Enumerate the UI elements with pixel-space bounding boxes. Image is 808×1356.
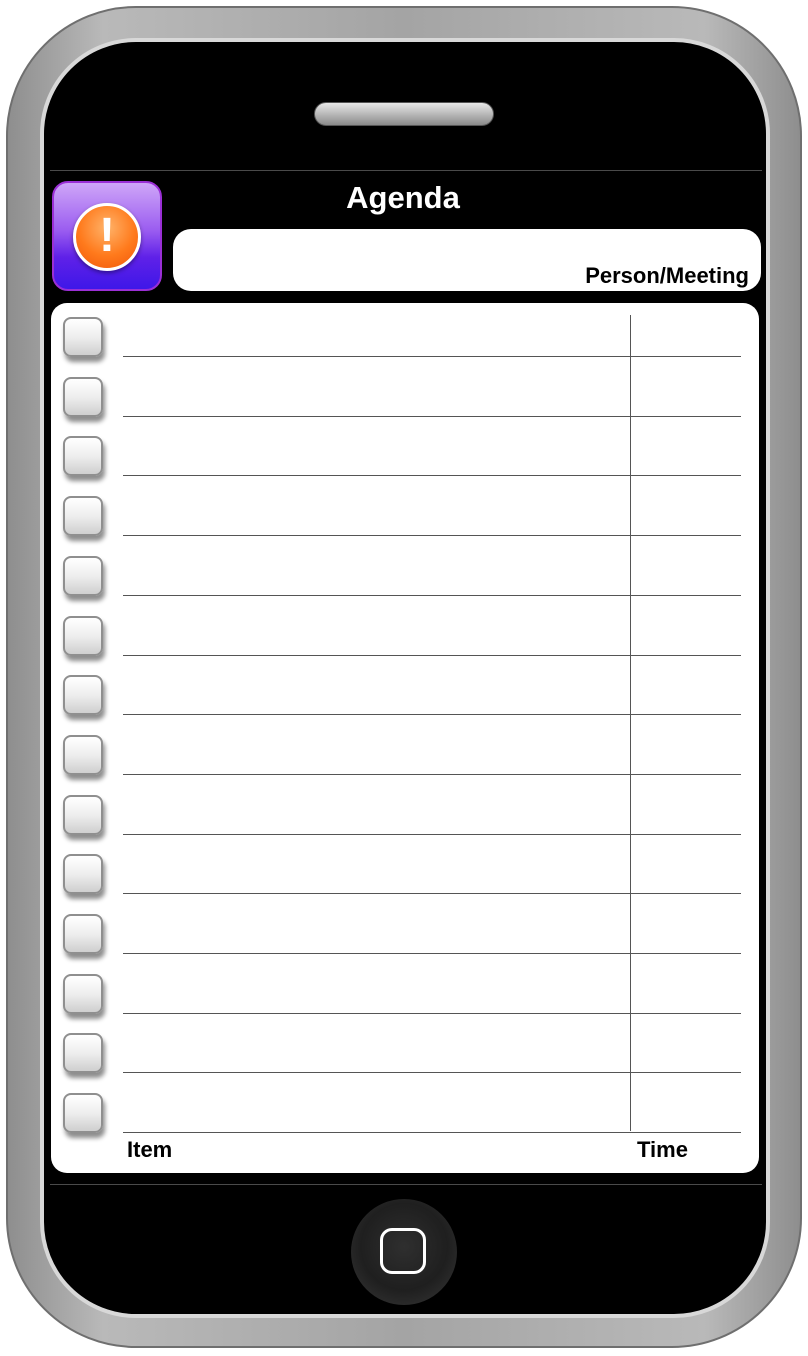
agenda-row-checkbox[interactable]	[63, 1033, 103, 1074]
person-meeting-label: Person/Meeting	[585, 263, 749, 288]
agenda-row	[51, 843, 759, 903]
agenda-row-checkbox[interactable]	[63, 376, 103, 417]
agenda-row	[51, 724, 759, 784]
agenda-row-line[interactable]	[123, 654, 741, 656]
agenda-row	[51, 664, 759, 724]
home-button[interactable]	[351, 1199, 457, 1305]
home-button-icon	[380, 1228, 426, 1274]
agenda-row-checkbox[interactable]	[63, 555, 103, 596]
agenda-row	[51, 545, 759, 605]
agenda-row-line[interactable]	[123, 893, 741, 895]
agenda-row-checkbox[interactable]	[63, 317, 103, 357]
agenda-row-checkbox[interactable]	[63, 436, 103, 477]
alert-icon: !	[73, 203, 141, 271]
agenda-row	[51, 425, 759, 485]
screen-top-edge	[50, 170, 762, 171]
agenda-row-line[interactable]	[123, 1132, 741, 1134]
agenda-row	[51, 1082, 759, 1142]
agenda-row-checkbox[interactable]	[63, 914, 103, 954]
agenda-row-line[interactable]	[123, 773, 741, 775]
agenda-row-line[interactable]	[123, 833, 741, 835]
agenda-row-line[interactable]	[123, 714, 741, 716]
agenda-row-checkbox[interactable]	[63, 615, 103, 656]
screen-bottom-edge	[50, 1184, 762, 1185]
agenda-row-line[interactable]	[123, 415, 741, 417]
agenda-row	[51, 784, 759, 844]
earpiece-speaker	[314, 102, 494, 126]
agenda-row-checkbox[interactable]	[63, 794, 103, 835]
agenda-row-line[interactable]	[123, 535, 741, 537]
agenda-sheet: Item Time	[51, 303, 759, 1173]
agenda-row-checkbox[interactable]	[63, 854, 103, 895]
agenda-row	[51, 306, 759, 366]
agenda-app-icon[interactable]: !	[52, 181, 162, 291]
agenda-row	[51, 1022, 759, 1082]
agenda-row-checkbox[interactable]	[63, 1093, 103, 1134]
person-meeting-field[interactable]: Person/Meeting	[173, 229, 761, 291]
agenda-row-line[interactable]	[123, 356, 741, 357]
agenda-row-line[interactable]	[123, 1012, 741, 1014]
agenda-row-checkbox[interactable]	[63, 675, 103, 716]
agenda-row-checkbox[interactable]	[63, 496, 103, 537]
agenda-row	[51, 903, 759, 963]
agenda-row-checkbox[interactable]	[63, 973, 103, 1014]
agenda-row	[51, 485, 759, 545]
agenda-row-line[interactable]	[123, 594, 741, 596]
page-title: Agenda	[346, 180, 460, 215]
agenda-row-line[interactable]	[123, 1072, 741, 1074]
agenda-row-line[interactable]	[123, 475, 741, 477]
agenda-row	[51, 963, 759, 1023]
agenda-row-checkbox[interactable]	[63, 734, 103, 775]
agenda-row-line[interactable]	[123, 953, 741, 954]
agenda-row	[51, 366, 759, 426]
agenda-row	[51, 605, 759, 665]
